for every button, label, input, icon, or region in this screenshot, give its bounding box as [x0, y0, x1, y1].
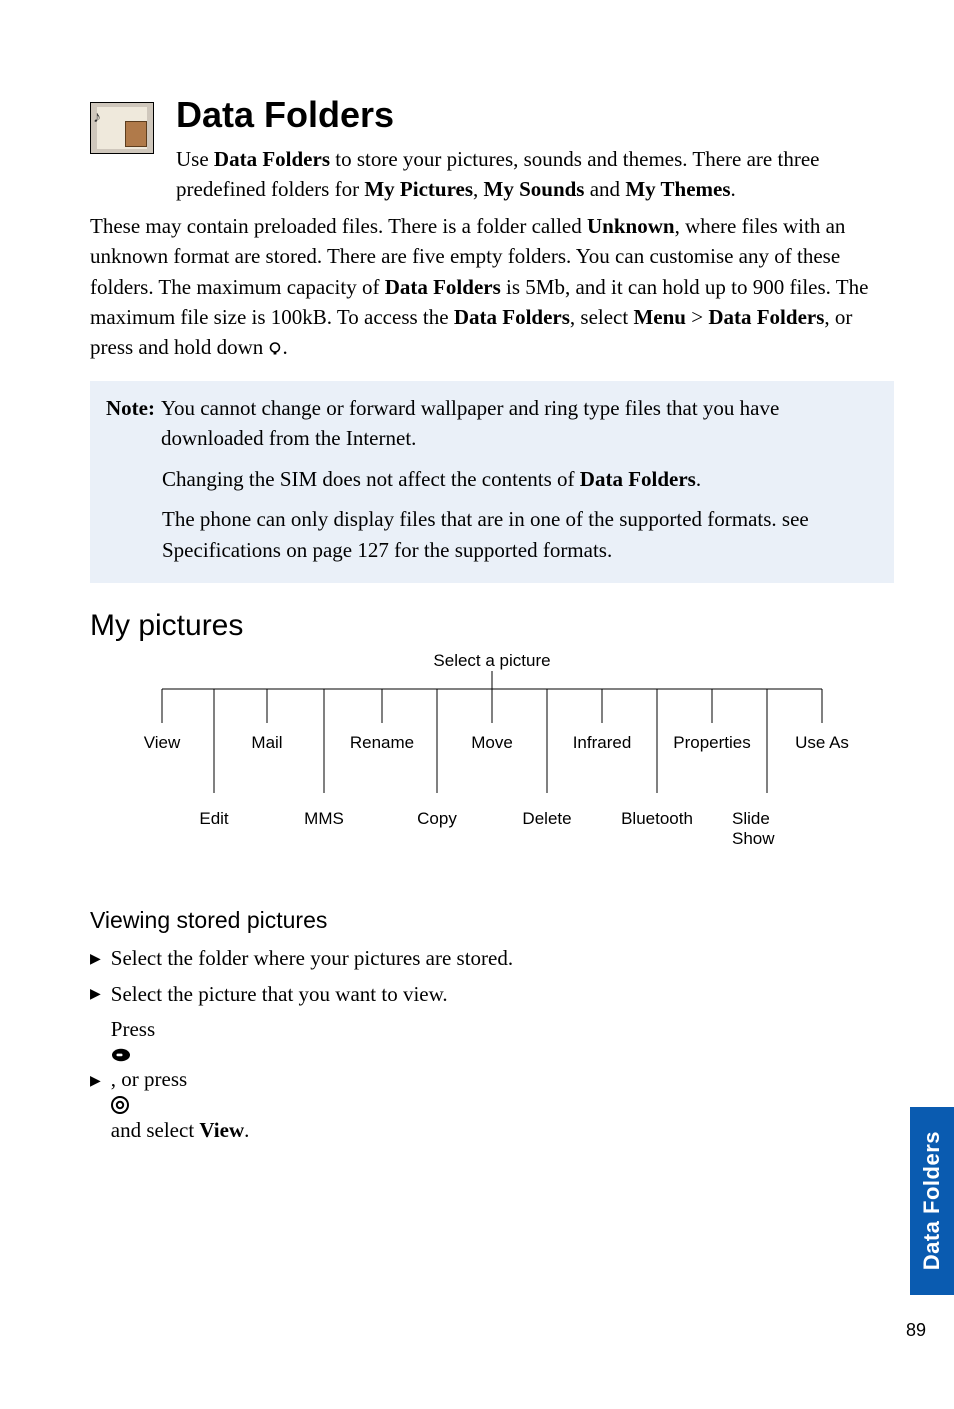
tree-item: Rename: [350, 733, 414, 753]
note-label: Note:: [106, 393, 155, 454]
bullet-icon: ▶: [90, 953, 101, 967]
title-block: Data Folders Use Data Folders to store y…: [176, 96, 894, 205]
tree-item: Properties: [673, 733, 750, 753]
tree-root: Select a picture: [433, 651, 550, 671]
hold-key-icon: [268, 342, 282, 356]
manual-page: ♪ Data Folders Use Data Folders to store…: [0, 0, 954, 1409]
bullet-icon: ▶: [90, 1075, 101, 1089]
tree-item: Slide Show: [732, 809, 802, 849]
bullet-icon: ▶: [90, 988, 101, 1002]
tree-item: Use As: [795, 733, 849, 753]
note-line-2: Changing the SIM does not affect the con…: [162, 464, 878, 494]
step-2: ▶ Select the picture that you want to vi…: [90, 978, 894, 1012]
step-3: ▶ Press , or press and select View.: [90, 1013, 894, 1148]
tree-item: MMS: [304, 809, 344, 829]
tree-item: Move: [471, 733, 513, 753]
intro-body: These may contain preloaded files. There…: [90, 211, 894, 363]
note-box: Note: You cannot change or forward wallp…: [90, 381, 894, 583]
tree-item: Bluetooth: [621, 809, 693, 829]
nav-key-icon: [111, 1096, 250, 1114]
tree-item: Infrared: [573, 733, 632, 753]
header-row: ♪ Data Folders Use Data Folders to store…: [90, 96, 894, 205]
note-line-1: You cannot change or forward wallpaper a…: [161, 393, 878, 454]
data-folders-thumbnail: ♪: [90, 102, 154, 154]
intro-lead: Use Data Folders to store your pictures,…: [176, 144, 894, 205]
menu-tree: Select a picture: [132, 651, 852, 861]
side-tab: Data Folders: [910, 1107, 954, 1295]
tree-item: Mail: [251, 733, 282, 753]
tree-item: Copy: [417, 809, 457, 829]
steps-list: ▶ Select the folder where your pictures …: [90, 942, 894, 1148]
tree-item: Edit: [199, 809, 228, 829]
tree-connectors: [132, 671, 852, 793]
tree-item: Delete: [522, 809, 571, 829]
page-title: Data Folders: [176, 96, 894, 134]
tree-item: View: [144, 733, 181, 753]
page-number: 89: [906, 1320, 926, 1341]
softkey-left-icon: [111, 1047, 250, 1063]
note-line-3: The phone can only display files that ar…: [162, 504, 878, 565]
step-1: ▶ Select the folder where your pictures …: [90, 942, 894, 976]
section-heading: My pictures: [90, 609, 894, 643]
subsection-heading: Viewing stored pictures: [90, 907, 894, 934]
